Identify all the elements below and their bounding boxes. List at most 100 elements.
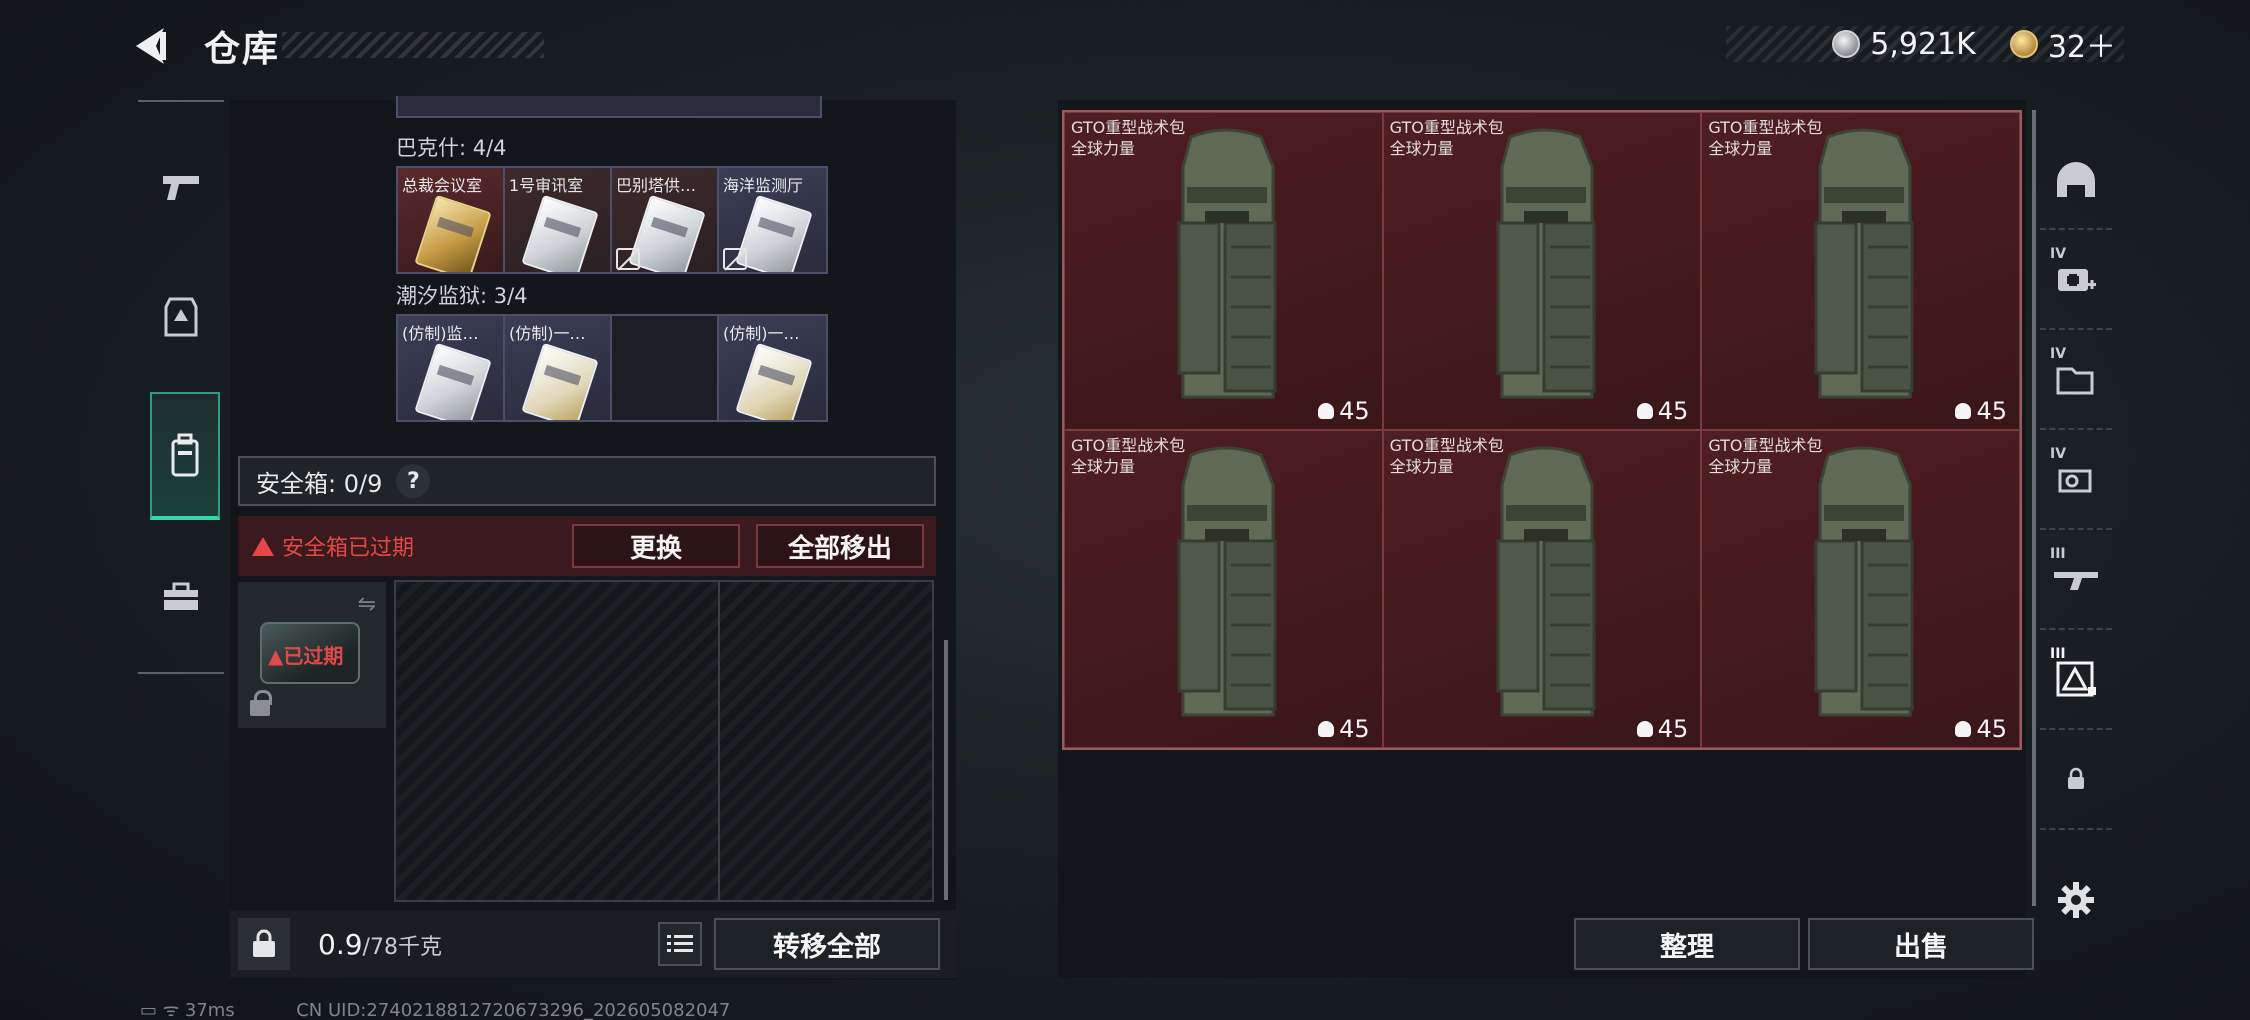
keycard-image (414, 194, 492, 272)
remove-all-button[interactable]: 全部移出 (756, 524, 924, 568)
card-name: 巴别塔供… (616, 176, 697, 195)
nav-backpack[interactable] (150, 392, 220, 520)
back-button[interactable] (130, 22, 192, 70)
lock-icon (250, 690, 272, 716)
keycard-slot[interactable]: 海洋监测厅 (719, 168, 826, 272)
page-title: 仓库 (204, 29, 281, 70)
wifi-icon: ᯤ (162, 1000, 185, 1020)
safe-box-status: ▲已过期 (268, 644, 344, 668)
nav-helmet[interactable] (2040, 130, 2112, 230)
weight-current: 0.9 (318, 928, 363, 961)
tier-label: III (2050, 646, 2066, 662)
tier-label: III (2050, 546, 2066, 562)
keycard-slot[interactable]: (仿制)一… (719, 316, 826, 420)
sell-button[interactable]: 出售 (1808, 918, 2034, 970)
safe-box-grid[interactable] (394, 580, 934, 902)
nav-special[interactable]: III (2040, 630, 2112, 730)
backpack-item[interactable]: GTO重型战术包 全球力量 45 (1382, 112, 1702, 430)
weight-lock-icon (253, 929, 275, 957)
backpack-image (1177, 446, 1277, 717)
item-count: 45 (1318, 715, 1370, 743)
backpack-image (1177, 128, 1277, 399)
rifle-icon (2054, 572, 2098, 590)
transfer-all-button[interactable]: 转移全部 (714, 918, 940, 970)
list-view-button[interactable] (658, 922, 702, 966)
nav-toolbox[interactable] (138, 532, 224, 662)
backpack-image (1814, 128, 1914, 399)
help-icon[interactable]: ? (396, 464, 431, 498)
backpack-image (1496, 446, 1596, 717)
safe-box-label: 安全箱: 0/9 (256, 469, 383, 498)
gold-amount[interactable]: 32＋ (2048, 22, 2116, 66)
capacity-icon (1318, 403, 1335, 419)
backpack-item[interactable]: GTO重型战术包 全球力量 45 (1701, 430, 2020, 748)
map-icon (2056, 661, 2096, 697)
list-icon (667, 935, 693, 952)
toolbox-icon (164, 582, 198, 610)
silver-coin-icon (1832, 30, 1861, 58)
bakeshi-card-row: 总裁会议室 1号审讯室 巴别塔供… 海洋监测厅 (396, 166, 828, 274)
nav-armor[interactable] (138, 252, 224, 382)
currency-bar: 5,921K 32＋ (1726, 26, 2124, 65)
stash-grid: GTO重型战术包 全球力量 45 GTO重型战术包 全球力量 45 GTO重型战术包 全球力量… (1062, 110, 2022, 750)
sort-button[interactable]: 整理 (1574, 918, 1800, 970)
backpack-image (1496, 128, 1596, 399)
keycard-image (521, 342, 599, 420)
stash-category-nav: IV IV IV III III (2040, 130, 2112, 978)
pistol-icon (163, 176, 199, 200)
settings-button[interactable] (2040, 850, 2112, 950)
tier-label: IV (2050, 446, 2067, 462)
no-trade-icon (723, 248, 747, 270)
backpack-item[interactable]: GTO重型战术包 全球力量 45 (1701, 112, 2020, 430)
safe-box-header: 安全箱: 0/9 ? (238, 456, 936, 506)
keycard-slot[interactable]: (仿制)监… (398, 316, 505, 420)
battery-icon: ▭ (140, 1000, 158, 1020)
safe-box-item[interactable]: ⇋ ▲已过期 (238, 582, 386, 728)
folder-icon (2056, 367, 2094, 395)
replace-button[interactable]: 更换 (572, 524, 740, 568)
backpack-item[interactable]: GTO重型战术包 全球力量 45 (1064, 430, 1383, 748)
capacity-icon (1318, 721, 1335, 737)
armor-icon (164, 297, 198, 337)
backpack-item[interactable]: GTO重型战术包 全球力量 45 (1382, 430, 1702, 748)
chaoxi-card-row: (仿制)监… (仿制)一… (仿制)一… (396, 314, 828, 422)
capacity-icon (1955, 721, 1972, 737)
tier-label: IV (2050, 346, 2067, 362)
inventory-scrollbar[interactable] (944, 640, 948, 900)
uid-text: CN UID:2740218812720673296_202605082047 (296, 1000, 731, 1020)
keycard-image (521, 194, 599, 272)
tier-label: IV (2050, 246, 2067, 262)
nav-medical[interactable]: IV (2040, 230, 2112, 330)
nav-documents[interactable]: IV (2040, 330, 2112, 430)
keycard-image (414, 342, 492, 420)
no-trade-icon (616, 248, 640, 270)
ping-value: 37ms (184, 1000, 235, 1020)
nav-weapons[interactable] (138, 122, 224, 252)
item-count: 45 (1955, 715, 2007, 743)
keycard-slot[interactable]: 总裁会议室 (398, 168, 505, 272)
key-icon (2058, 469, 2092, 493)
keycard-slot-empty[interactable] (612, 316, 719, 420)
keycard-slot[interactable]: (仿制)一… (505, 316, 612, 420)
backpack-item[interactable]: GTO重型战术包 全球力量 45 (1064, 112, 1383, 430)
item-count: 45 (1318, 397, 1370, 425)
status-bar: ▭ ᯤ 37ms CN UID:2740218812720673296_2026… (140, 998, 730, 1020)
keycard-slot[interactable]: 巴别塔供… (612, 168, 719, 272)
silver-amount: 5,921K (1870, 26, 1976, 62)
gear-icon (2058, 882, 2094, 918)
weight-lock-button[interactable] (238, 918, 290, 970)
nav-locked[interactable] (2040, 730, 2112, 830)
capacity-icon (1636, 721, 1653, 737)
card-name: (仿制)一… (509, 324, 586, 343)
stash-scrollbar[interactable] (2032, 110, 2036, 906)
med-plus-icon (2058, 269, 2096, 291)
item-count: 45 (1955, 397, 2007, 425)
chaoxi-label: 潮汐监狱: 3/4 (396, 284, 528, 308)
gold-coin-icon (2009, 30, 2038, 58)
nav-keys[interactable]: IV (2040, 430, 2112, 530)
capacity-icon (1636, 403, 1653, 419)
keycard-slot[interactable]: 1号审讯室 (505, 168, 612, 272)
weight-display: 0.9/78千克 (318, 928, 442, 961)
bakeshi-label: 巴克什: 4/4 (396, 136, 507, 160)
nav-weapons-stash[interactable]: III (2040, 530, 2112, 630)
